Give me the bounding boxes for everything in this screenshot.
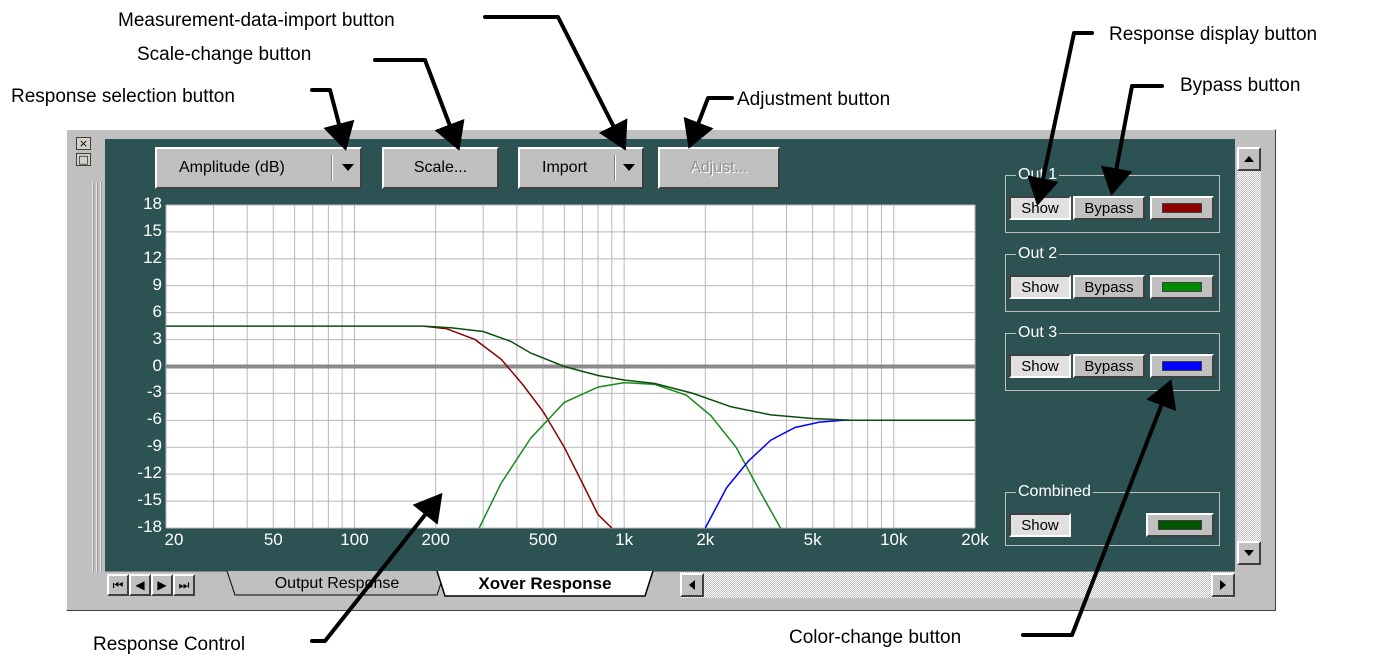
horizontal-scrollbar[interactable]: [680, 571, 1235, 598]
y-tick-label: -15: [137, 490, 162, 510]
y-tick-label: -6: [146, 409, 162, 429]
tab-first-button[interactable]: ⏮: [107, 574, 129, 596]
y-tick-label: -18: [137, 517, 162, 536]
chevron-left-icon: [689, 580, 695, 590]
out-title: Out 2: [1016, 245, 1060, 263]
show-button[interactable]: Show: [1009, 354, 1071, 378]
color-swatch: [1162, 203, 1202, 213]
color-swatch: [1162, 361, 1202, 371]
y-tick-label: 15: [143, 220, 162, 240]
tab-output-response[interactable]: Output Response: [237, 572, 437, 596]
group-out-1: Out 1 Show Bypass: [1005, 166, 1220, 233]
out-title: Out 1: [1016, 166, 1060, 184]
y-tick-label: -9: [146, 436, 162, 456]
y-tick-label: 9: [152, 274, 162, 294]
y-tick-label: 18: [143, 194, 162, 213]
y-tick-label: 6: [152, 301, 162, 321]
series-line-2: [478, 381, 782, 529]
y-tick-label: 3: [152, 328, 162, 348]
combined-color-button[interactable]: [1146, 513, 1214, 537]
chart-svg: [165, 204, 976, 529]
combined-color-swatch: [1158, 520, 1202, 530]
color-change-button[interactable]: [1150, 275, 1214, 299]
color-change-button[interactable]: [1150, 354, 1214, 378]
x-tick-label: 5k: [803, 530, 822, 549]
color-swatch: [1162, 282, 1202, 292]
x-tick-label: 1k: [615, 530, 634, 549]
y-tick-label: 0: [152, 355, 162, 375]
x-tick-label: 20k: [961, 530, 989, 549]
prev-icon: ◀: [135, 578, 145, 592]
group-combined: Combined Show: [1005, 483, 1220, 546]
x-tick-label: 50: [263, 530, 283, 549]
next-icon: ▶: [157, 578, 167, 592]
scroll-up-button[interactable]: [1237, 147, 1261, 171]
last-icon: ⏭: [178, 577, 190, 592]
show-button[interactable]: Show: [1009, 275, 1071, 299]
x-tick-label: 2k: [696, 530, 715, 549]
color-change-button[interactable]: [1150, 196, 1214, 220]
chevron-down-icon: [1244, 550, 1254, 556]
first-icon: ⏮: [112, 577, 124, 592]
y-tick-label: 12: [143, 247, 162, 267]
combined-title: Combined: [1016, 483, 1093, 501]
out-title: Out 3: [1016, 324, 1060, 342]
chevron-up-icon: [1244, 156, 1254, 162]
y-tick-label: -3: [146, 382, 162, 402]
chevron-right-icon: [1220, 580, 1226, 590]
group-out-2: Out 2 Show Bypass: [1005, 245, 1220, 312]
bypass-button[interactable]: Bypass: [1073, 354, 1145, 378]
scroll-right-button[interactable]: [1211, 573, 1235, 597]
group-out-3: Out 3 Show Bypass: [1005, 324, 1220, 391]
tab-prev-button[interactable]: ◀: [129, 574, 151, 596]
x-tick-label: 200: [421, 530, 450, 549]
x-tick-label: 20: [164, 530, 184, 549]
vertical-scrollbar[interactable]: [1237, 147, 1261, 565]
bypass-button[interactable]: Bypass: [1073, 196, 1145, 220]
series-line-4: [166, 325, 975, 422]
scroll-left-button[interactable]: [680, 573, 704, 597]
x-tick-label: 500: [528, 530, 558, 549]
y-tick-label: -12: [137, 463, 162, 483]
combined-show-button[interactable]: Show: [1009, 513, 1071, 537]
tab-last-button[interactable]: ⏭: [173, 574, 195, 596]
series-line-1: [423, 325, 613, 529]
bypass-button[interactable]: Bypass: [1073, 275, 1145, 299]
x-tick-label: 10k: [880, 530, 908, 549]
scroll-down-button[interactable]: [1237, 541, 1261, 565]
tab-next-button[interactable]: ▶: [151, 574, 173, 596]
show-button[interactable]: Show: [1009, 196, 1071, 220]
x-tick-label: 100: [340, 530, 369, 549]
tab-xover-response[interactable]: Xover Response: [445, 572, 645, 596]
